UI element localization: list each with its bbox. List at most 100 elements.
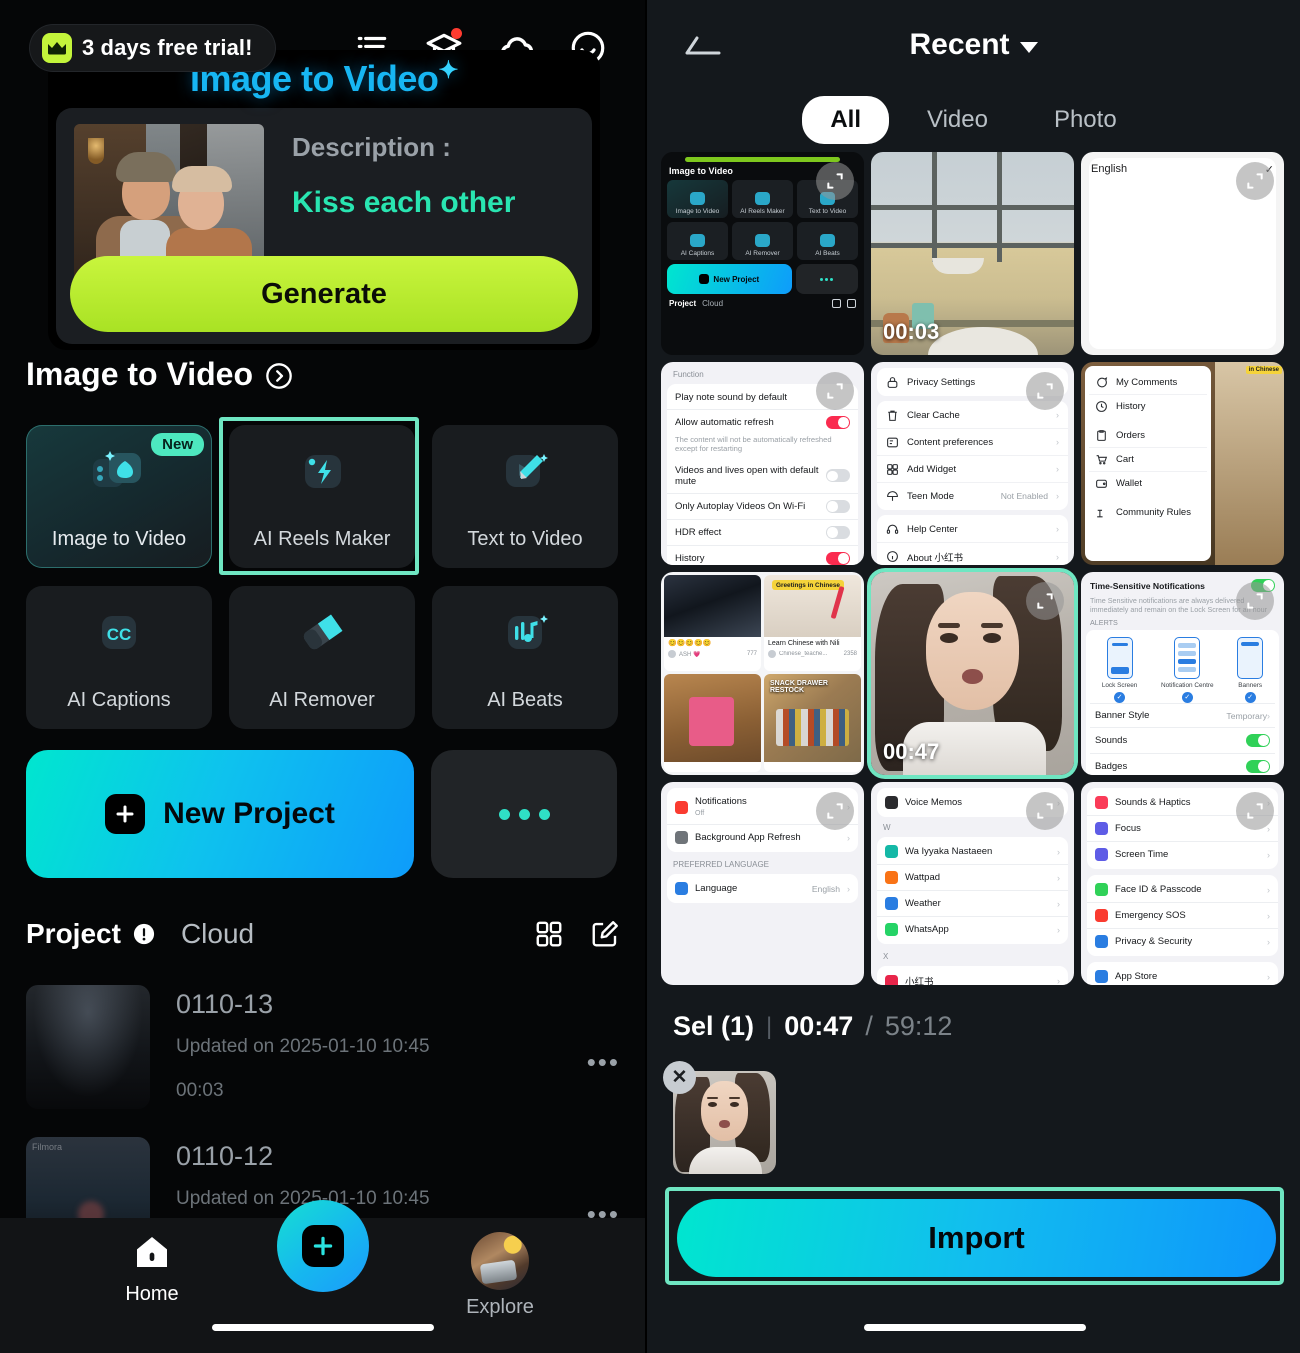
app-label: Wattpad: [905, 872, 941, 883]
setting-label: App Store: [1115, 971, 1158, 982]
media-item[interactable]: Voice Memos› W Wa Iyyaka Nastaeen› Wattp…: [871, 782, 1074, 985]
free-trial-badge[interactable]: 3 days free trial!: [30, 25, 275, 71]
selection-bar: Sel (1) | 00:47 / 59:12 ✕ Import: [647, 993, 1300, 1353]
media-item[interactable]: English ✓: [1081, 152, 1284, 355]
left-phone-screen: 3 days free trial! Image to Video✦ Descr…: [0, 0, 645, 1353]
cc-icon: CC: [91, 608, 147, 660]
new-project-button[interactable]: New Project: [26, 750, 414, 878]
media-item[interactable]: Function Play note sound by default Allo…: [661, 362, 864, 565]
plus-square-icon: [301, 1225, 344, 1267]
expand-icon[interactable]: [1236, 162, 1274, 200]
expand-icon[interactable]: [1026, 582, 1064, 620]
expand-icon[interactable]: [1026, 372, 1064, 410]
media-item[interactable]: NotificationsOff› Background App Refresh…: [661, 782, 864, 985]
expand-icon[interactable]: [816, 162, 854, 200]
toggle-switch[interactable]: [826, 499, 850, 513]
close-x-icon[interactable]: ✕: [663, 1061, 696, 1094]
mini-tile-label: AI Captions: [680, 250, 715, 257]
expand-icon[interactable]: [1236, 792, 1274, 830]
selected-clip-chip[interactable]: ✕: [663, 1061, 776, 1174]
tab-photo[interactable]: Photo: [1026, 96, 1145, 144]
expand-icon[interactable]: [816, 792, 854, 830]
setting-sub: Off: [695, 810, 705, 817]
feature-label: Image to Video: [51, 528, 187, 550]
feed-tag: Greetings in Chinese: [772, 580, 844, 590]
feature-ai-captions[interactable]: CC AI Captions: [26, 586, 212, 729]
project-name: 0110-12: [176, 1141, 274, 1171]
tab-all[interactable]: All: [802, 96, 889, 144]
feature-text-to-video[interactable]: Text to Video: [432, 425, 618, 568]
project-menu-icon[interactable]: •••: [587, 1047, 620, 1078]
plus-square-icon: [105, 794, 146, 834]
info-circle-icon[interactable]: [133, 923, 155, 945]
circle-chevron-right-icon[interactable]: [265, 361, 293, 389]
setting-label: Focus: [1115, 823, 1141, 834]
media-item[interactable]: Privacy Settings Clear Cache › Content pr…: [871, 362, 1074, 565]
album-selector[interactable]: Recent: [647, 28, 1300, 62]
feature-image-to-video[interactable]: New Image to Video: [26, 425, 212, 568]
generate-button[interactable]: Generate: [70, 256, 578, 332]
app-label: Weather: [905, 898, 941, 909]
nav-item-home[interactable]: Home: [112, 1232, 192, 1306]
feature-ai-beats[interactable]: AI Beats: [432, 586, 618, 729]
menu-label: Orders: [1116, 430, 1146, 441]
setting-label: Banner Style: [1095, 710, 1150, 721]
feed-card: Greetings in Chinese Learn Chinese with …: [764, 575, 861, 672]
check-icon: ✓: [1244, 692, 1256, 703]
grid-view-icon[interactable]: [534, 919, 564, 949]
setting-label: Allow automatic refresh: [675, 417, 774, 428]
free-trial-label: 3 days free trial!: [82, 35, 253, 60]
toggle-switch[interactable]: [1246, 734, 1270, 747]
album-title: Recent: [909, 28, 1010, 61]
gavel-icon: [1095, 506, 1108, 519]
alert-option-label: Banners: [1238, 682, 1263, 689]
tab-project[interactable]: Project: [26, 918, 121, 950]
menu-label: About 小红书: [907, 552, 963, 564]
app-label: WhatsApp: [905, 924, 949, 935]
mini-footer-cloud: Cloud: [702, 299, 724, 308]
expand-icon[interactable]: [816, 372, 854, 410]
explore-avatar-icon: [471, 1232, 529, 1290]
toggle-switch[interactable]: [826, 525, 850, 539]
tab-cloud[interactable]: Cloud: [181, 918, 254, 950]
expand-icon[interactable]: [1026, 792, 1064, 830]
media-item[interactable]: Image to Video Image to Video AI Reels M…: [661, 152, 864, 355]
toggle-switch[interactable]: [826, 469, 850, 483]
mini-tile-label: AI Reels Maker: [740, 208, 785, 215]
import-button[interactable]: Import: [677, 1199, 1276, 1277]
media-item[interactable]: Sounds & Haptics› Focus› Screen Time› Fa…: [1081, 782, 1284, 985]
trash-icon: [886, 409, 899, 422]
mini-tile-label: Image to Video: [675, 208, 720, 215]
media-item[interactable]: 😊😊😊😊😊 ASH 💗 777 Greetings in Chinese Lear…: [661, 572, 864, 775]
feed-card: 😊😊😊😊😊 ASH 💗 777: [664, 575, 761, 672]
nav-create-button[interactable]: [276, 1200, 369, 1292]
selection-count: Sel (1): [673, 1011, 755, 1041]
media-item[interactable]: in Chinese My Comments History Orders Ca…: [1081, 362, 1284, 565]
feature-ai-remover[interactable]: AI Remover: [229, 586, 415, 729]
language-label: English: [1091, 163, 1128, 175]
menu-label: Community Rules: [1116, 507, 1191, 518]
toggle-switch[interactable]: [1246, 760, 1270, 773]
section-heading[interactable]: Image to Video: [26, 356, 293, 393]
feature-label: AI Beats: [487, 689, 563, 711]
setting-label: Emergency SOS: [1115, 910, 1186, 921]
expand-icon[interactable]: [1236, 582, 1274, 620]
feature-ai-reels-maker[interactable]: AI Reels Maker: [229, 425, 415, 568]
media-item[interactable]: 00:03: [871, 152, 1074, 355]
toggle-switch[interactable]: [826, 551, 850, 565]
media-item-selected[interactable]: 00:47: [871, 572, 1074, 775]
tab-video[interactable]: Video: [899, 96, 1016, 144]
mini-tile-label: Text to Video: [808, 208, 847, 215]
ellipsis-dot: [538, 808, 550, 820]
nav-item-explore[interactable]: Explore: [460, 1232, 540, 1319]
hero-promo-banner[interactable]: Image to Video✦ Description : Kiss each …: [48, 50, 600, 350]
setting-label: Background App Refresh: [695, 832, 801, 843]
more-options-button[interactable]: [431, 750, 617, 878]
media-item[interactable]: Time-Sensitive Notifications Time Sensit…: [1081, 572, 1284, 775]
project-row[interactable]: 0110-13 Updated on 2025-01-10 10:45 00:0…: [26, 985, 620, 1137]
toggle-switch[interactable]: [826, 416, 850, 429]
edit-pencil-icon[interactable]: [590, 919, 620, 949]
setting-label: Language: [695, 883, 738, 894]
media-duration: 00:47: [883, 739, 940, 764]
selection-summary: Sel (1) | 00:47 / 59:12: [673, 1011, 952, 1042]
